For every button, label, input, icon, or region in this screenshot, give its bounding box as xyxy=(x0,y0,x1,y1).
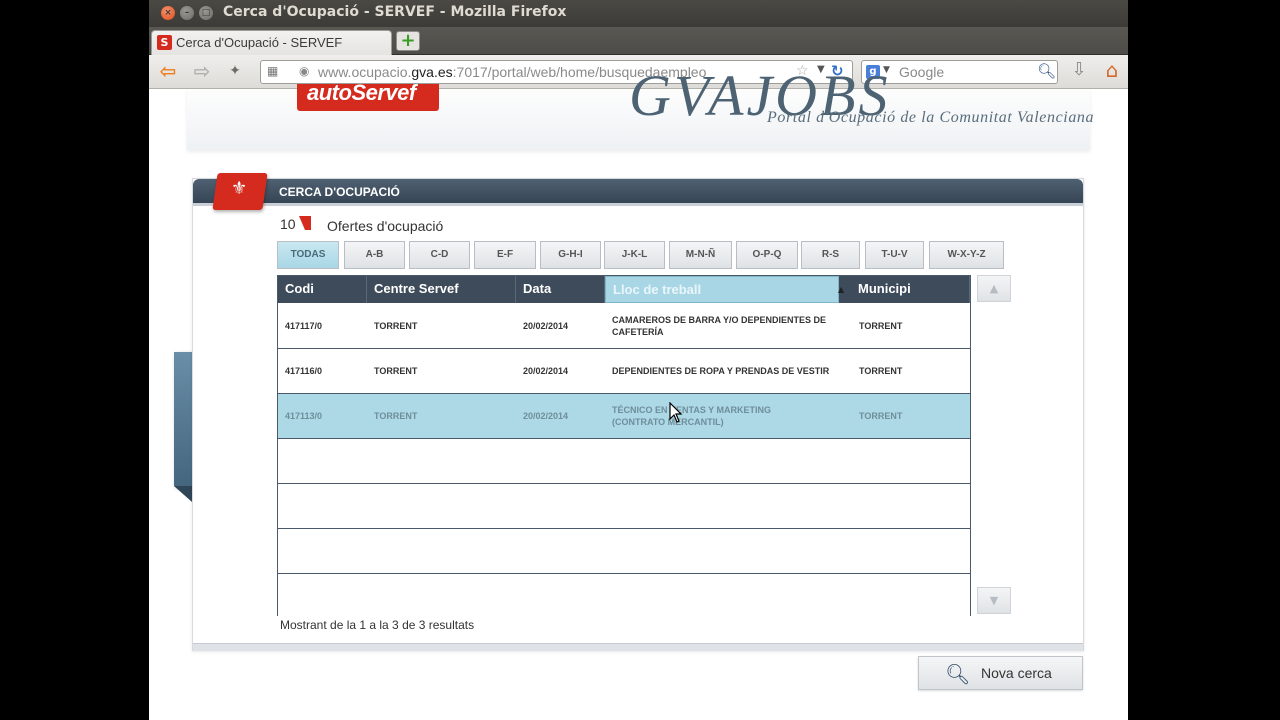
cell-data: 20/02/2014 xyxy=(523,411,569,421)
page-identity-icon[interactable]: ▦ xyxy=(267,64,278,78)
filter-o-p-q-button[interactable]: O-P-Q xyxy=(736,241,798,269)
filter-todas-button[interactable]: TODAS xyxy=(277,241,339,269)
coat-of-arms-icon: ⚜ xyxy=(230,178,248,199)
window-title: Cerca d'Ocupació - SERVEF - Mozilla Fire… xyxy=(223,4,567,20)
cell-lloc: TÉCNICO EN VENTAS Y MARKETING (CONTRATO … xyxy=(612,405,772,427)
results-summary: Mostrant de la 1 a la 3 de 3 resultats xyxy=(280,618,475,632)
new-search-button[interactable]: 🔍︎ Nova cerca xyxy=(918,656,1083,690)
autoservef-logo[interactable]: autoServef xyxy=(297,80,439,111)
table-row[interactable]: 417117/0 TORRENT 20/02/2014 CAMAREROS DE… xyxy=(278,304,970,349)
cell-codi: 417116/0 xyxy=(285,366,323,376)
filter-r-s-button[interactable]: R-S xyxy=(801,241,860,269)
filter-e-f-button[interactable]: E-F xyxy=(474,241,536,269)
search-bar[interactable]: g ▼ Google 🔍︎ xyxy=(861,60,1058,84)
cell-data: 20/02/2014 xyxy=(523,366,569,376)
filter-c-d-button[interactable]: C-D xyxy=(409,241,470,269)
magnifier-icon: 🔍︎ xyxy=(945,662,971,686)
table-row-empty xyxy=(278,574,970,619)
home-icon[interactable]: ⌂ xyxy=(1099,58,1125,82)
offer-count: 10 xyxy=(280,216,296,232)
panel-header: ⚜ CERCA D'OCUPACIÓ xyxy=(193,173,1083,210)
search-input[interactable]: Google xyxy=(899,64,944,80)
mouse-pointer-icon xyxy=(669,402,683,423)
valencia-flag-icon: ⚜ xyxy=(212,173,268,210)
cell-municipi: TORRENT xyxy=(859,321,903,331)
column-header-codi[interactable]: Codi xyxy=(278,276,367,303)
table-row-empty xyxy=(278,529,970,574)
table-row-empty xyxy=(278,484,970,529)
page-content: autoServef GVAJOBS Portal d'Ocupació de … xyxy=(149,63,1128,720)
globe-icon: ◉ xyxy=(299,64,310,78)
filter-j-k-l-button[interactable]: J-K-L xyxy=(604,241,665,269)
filter-m-n-n-button[interactable]: M-N-Ñ xyxy=(669,241,732,269)
filter-a-b-button[interactable]: A-B xyxy=(344,241,405,269)
cell-municipi: TORRENT xyxy=(859,411,903,421)
servef-favicon-icon: S xyxy=(157,35,172,50)
site-header: autoServef GVAJOBS Portal d'Ocupació de … xyxy=(187,63,1094,150)
brand-subtitle: Portal d'Ocupació de la Comunitat Valenc… xyxy=(767,109,1095,126)
browser-window: × – □ Cerca d'Ocupació - SERVEF - Mozill… xyxy=(149,0,1128,720)
new-tab-button[interactable]: + xyxy=(396,31,420,51)
tab-strip: S Cerca d'Ocupació - SERVEF + xyxy=(149,27,1128,55)
search-icon[interactable]: 🔍︎ xyxy=(1037,62,1056,80)
scroll-down-icon[interactable]: ▼ xyxy=(977,587,1011,614)
panel-footer xyxy=(193,643,1083,651)
search-panel: ⚜ CERCA D'OCUPACIÓ 10 Ofertes d'ocupació… xyxy=(192,173,1084,651)
scroll-up-icon[interactable]: ▲ xyxy=(977,275,1011,302)
bookmarks-icon[interactable]: ✦ xyxy=(225,59,245,83)
cell-codi: 417117/0 xyxy=(285,321,323,331)
cell-data: 20/02/2014 xyxy=(523,321,569,331)
tab-cerca-ocupacio[interactable]: S Cerca d'Ocupació - SERVEF xyxy=(151,30,392,55)
panel-title: CERCA D'OCUPACIÓ xyxy=(279,185,400,199)
table-header: Codi Centre Servef Data Lloc de treball … xyxy=(278,276,970,303)
column-header-lloc[interactable]: Lloc de treball xyxy=(605,276,839,303)
cell-municipi: TORRENT xyxy=(859,366,903,376)
window-maximize-button[interactable]: □ xyxy=(199,6,213,20)
job-offers-table: Codi Centre Servef Data Lloc de treball … xyxy=(277,275,971,619)
column-header-data[interactable]: Data xyxy=(516,276,605,303)
column-header-municipi[interactable]: Municipi xyxy=(851,276,970,303)
column-header-centre[interactable]: Centre Servef xyxy=(367,276,516,303)
back-arrow-tail xyxy=(174,486,192,502)
cell-centre: TORRENT xyxy=(374,411,418,421)
download-icon[interactable]: ⇩ xyxy=(1068,59,1090,80)
count-marker-icon xyxy=(299,216,311,230)
filter-g-h-i-button[interactable]: G-H-I xyxy=(540,241,601,269)
new-search-label: Nova cerca xyxy=(981,665,1052,681)
forward-arrow-icon[interactable]: ⇨ xyxy=(189,59,215,83)
window-close-button[interactable]: × xyxy=(161,6,175,20)
window-minimize-button[interactable]: – xyxy=(180,6,194,20)
table-row[interactable]: 417116/0 TORRENT 20/02/2014 DEPENDIENTES… xyxy=(278,349,970,394)
table-row-selected[interactable]: 417113/0 TORRENT 20/02/2014 TÉCNICO EN V… xyxy=(278,394,970,439)
sort-ascending-icon: ▲ xyxy=(838,285,845,294)
cell-codi: 417113/0 xyxy=(285,411,323,421)
cell-lloc: CAMAREROS DE BARRA Y/O DEPENDIENTES DE C… xyxy=(612,315,827,337)
cell-centre: TORRENT xyxy=(374,366,418,376)
offers-label: Ofertes d'ocupació xyxy=(327,218,444,234)
cell-centre: TORRENT xyxy=(374,321,418,331)
table-row-empty xyxy=(278,439,970,484)
tab-label: Cerca d'Ocupació - SERVEF xyxy=(176,35,343,50)
cell-lloc: DEPENDIENTES DE ROPA Y PRENDAS DE VESTIR xyxy=(612,366,830,376)
filter-t-u-v-button[interactable]: T-U-V xyxy=(865,241,924,269)
filter-w-x-y-z-button[interactable]: W-X-Y-Z xyxy=(929,241,1004,269)
title-bar: × – □ Cerca d'Ocupació - SERVEF - Mozill… xyxy=(149,0,1128,27)
screen: × – □ Cerca d'Ocupació - SERVEF - Mozill… xyxy=(0,0,1280,720)
back-arrow-icon[interactable]: ⇦ xyxy=(155,59,181,83)
